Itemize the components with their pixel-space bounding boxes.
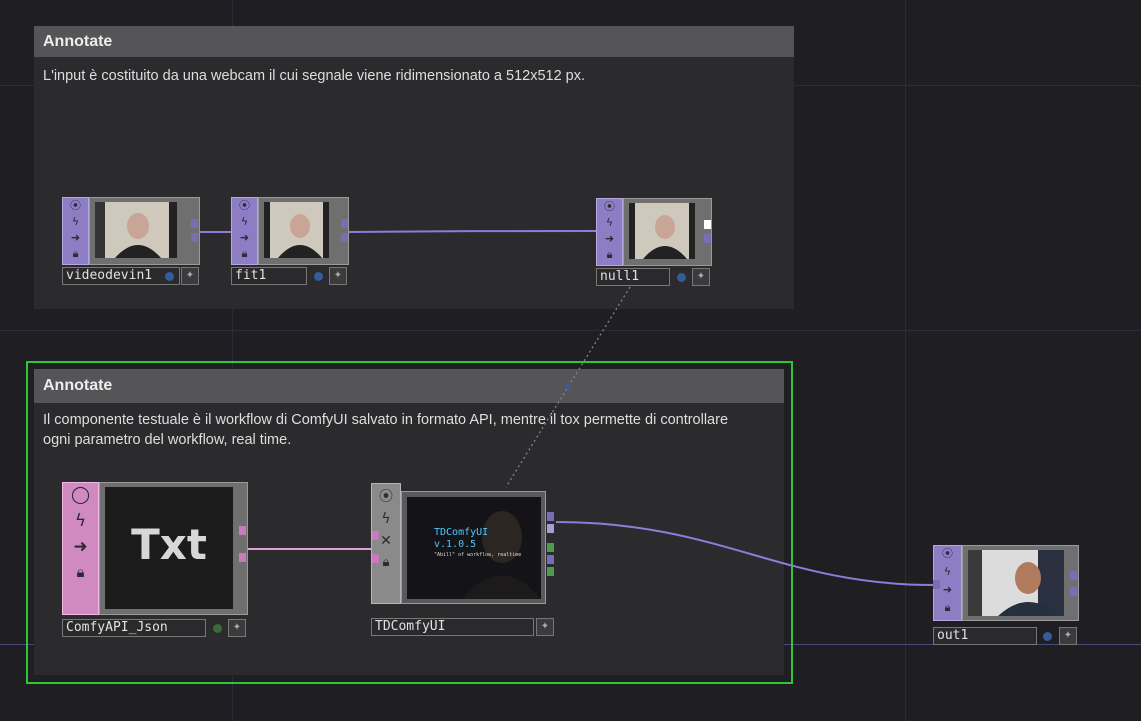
webcam-preview	[95, 202, 177, 258]
pin-icon[interactable]: ✦	[228, 619, 246, 637]
display-flag[interactable]	[677, 273, 686, 282]
comp-note: "Abill" of workflow, realtime	[434, 552, 522, 558]
arrow-right-icon[interactable]: ➜	[63, 232, 88, 248]
pin-icon[interactable]: ✦	[692, 268, 710, 286]
node-videodevin1[interactable]: ⦿ ϟ ➜ 🔒︎ videodevin1 ✦	[62, 197, 200, 286]
node-null1[interactable]: ⦿ ϟ ➜ 🔒︎ null1 ✦	[596, 198, 712, 287]
lock-icon[interactable]: 🔒︎	[63, 565, 98, 591]
webcam-preview	[264, 202, 329, 258]
node-icon-strip: ◯ ϟ ➜ 🔒︎	[62, 482, 99, 615]
reference-midpoint	[565, 384, 571, 390]
lightning-icon[interactable]: ϟ	[232, 216, 257, 232]
pin-icon[interactable]: ✦	[1059, 627, 1077, 645]
txt-preview-label: Txt	[131, 520, 207, 569]
wire-tdcomfyui-out1	[555, 521, 935, 586]
display-flag[interactable]	[213, 624, 222, 633]
lock-icon[interactable]: 🔒︎	[232, 248, 257, 264]
portrait-thumbnail	[629, 203, 695, 259]
circle-icon[interactable]: ⦿	[934, 548, 961, 566]
node-name-label[interactable]: fit1	[231, 267, 307, 285]
pin-icon[interactable]: ✦	[181, 267, 199, 285]
portrait-thumbnail	[95, 202, 177, 258]
portrait-thumbnail	[264, 202, 329, 258]
circle-icon[interactable]: ⦿	[597, 201, 622, 217]
pin-icon[interactable]: ✦	[536, 618, 554, 636]
node-icon-strip: ⦿ ϟ ➜ 🔒︎	[62, 197, 89, 265]
pin-icon[interactable]: ✦	[329, 267, 347, 285]
lightning-icon[interactable]: ϟ	[63, 216, 88, 232]
lightning-icon[interactable]: ϟ	[597, 217, 622, 233]
generated-preview	[968, 550, 1064, 616]
circle-icon[interactable]: ◯	[63, 487, 98, 513]
circle-icon[interactable]: ⦿	[232, 200, 257, 216]
display-flag[interactable]	[165, 272, 174, 281]
node-tdcomfyui[interactable]: ⦿ ϟ ✕ 🔒︎ TDComfyUI v.1.0.5 "Abill" of wor…	[371, 483, 556, 638]
comp-title: TDComfyUI v.1.0.5	[434, 527, 489, 550]
comp-preview: TDComfyUI v.1.0.5 "Abill" of workflow, re…	[407, 497, 541, 599]
node-icon-strip: ⦿ ϟ ✕ 🔒︎	[371, 483, 401, 604]
arrow-right-icon[interactable]: ➜	[597, 233, 622, 249]
display-flag[interactable]	[314, 272, 323, 281]
lock-icon[interactable]: 🔒︎	[63, 248, 88, 264]
node-fit1[interactable]: ⦿ ϟ ➜ 🔒︎ fit1 ✦	[231, 197, 349, 286]
display-flag[interactable]	[1043, 632, 1052, 641]
arrow-right-icon[interactable]: ➜	[63, 539, 98, 565]
node-name-label[interactable]: videodevin1	[62, 267, 180, 285]
portrait-thumbnail	[968, 550, 1064, 616]
webcam-preview	[629, 203, 695, 259]
node-icon-strip: ⦿ ϟ ➜ 🔒︎	[231, 197, 258, 265]
arrow-right-icon[interactable]: ➜	[232, 232, 257, 248]
node-out1[interactable]: ⦿ ϟ ➜ 🔒︎ out1 ✦	[933, 545, 1079, 645]
wire-fit1-null1	[348, 230, 598, 233]
node-name-label[interactable]: ComfyAPI_Json	[62, 619, 206, 637]
lightning-icon[interactable]: ϟ	[63, 513, 98, 539]
node-name-label[interactable]: TDComfyUI	[371, 618, 534, 636]
node-comfyapi-json[interactable]: ◯ ϟ ➜ 🔒︎ Txt ComfyAPI_Json ✦	[62, 482, 248, 637]
text-preview: Txt	[105, 487, 233, 609]
node-name-label[interactable]: out1	[933, 627, 1037, 645]
lock-icon[interactable]: 🔒︎	[597, 249, 622, 265]
circle-icon[interactable]: ⦿	[63, 200, 88, 216]
lock-icon[interactable]: 🔒︎	[934, 602, 961, 620]
node-icon-strip: ⦿ ϟ ➜ 🔒︎	[596, 198, 623, 266]
node-name-label[interactable]: null1	[596, 268, 670, 286]
circle-icon[interactable]: ⦿	[372, 490, 400, 512]
